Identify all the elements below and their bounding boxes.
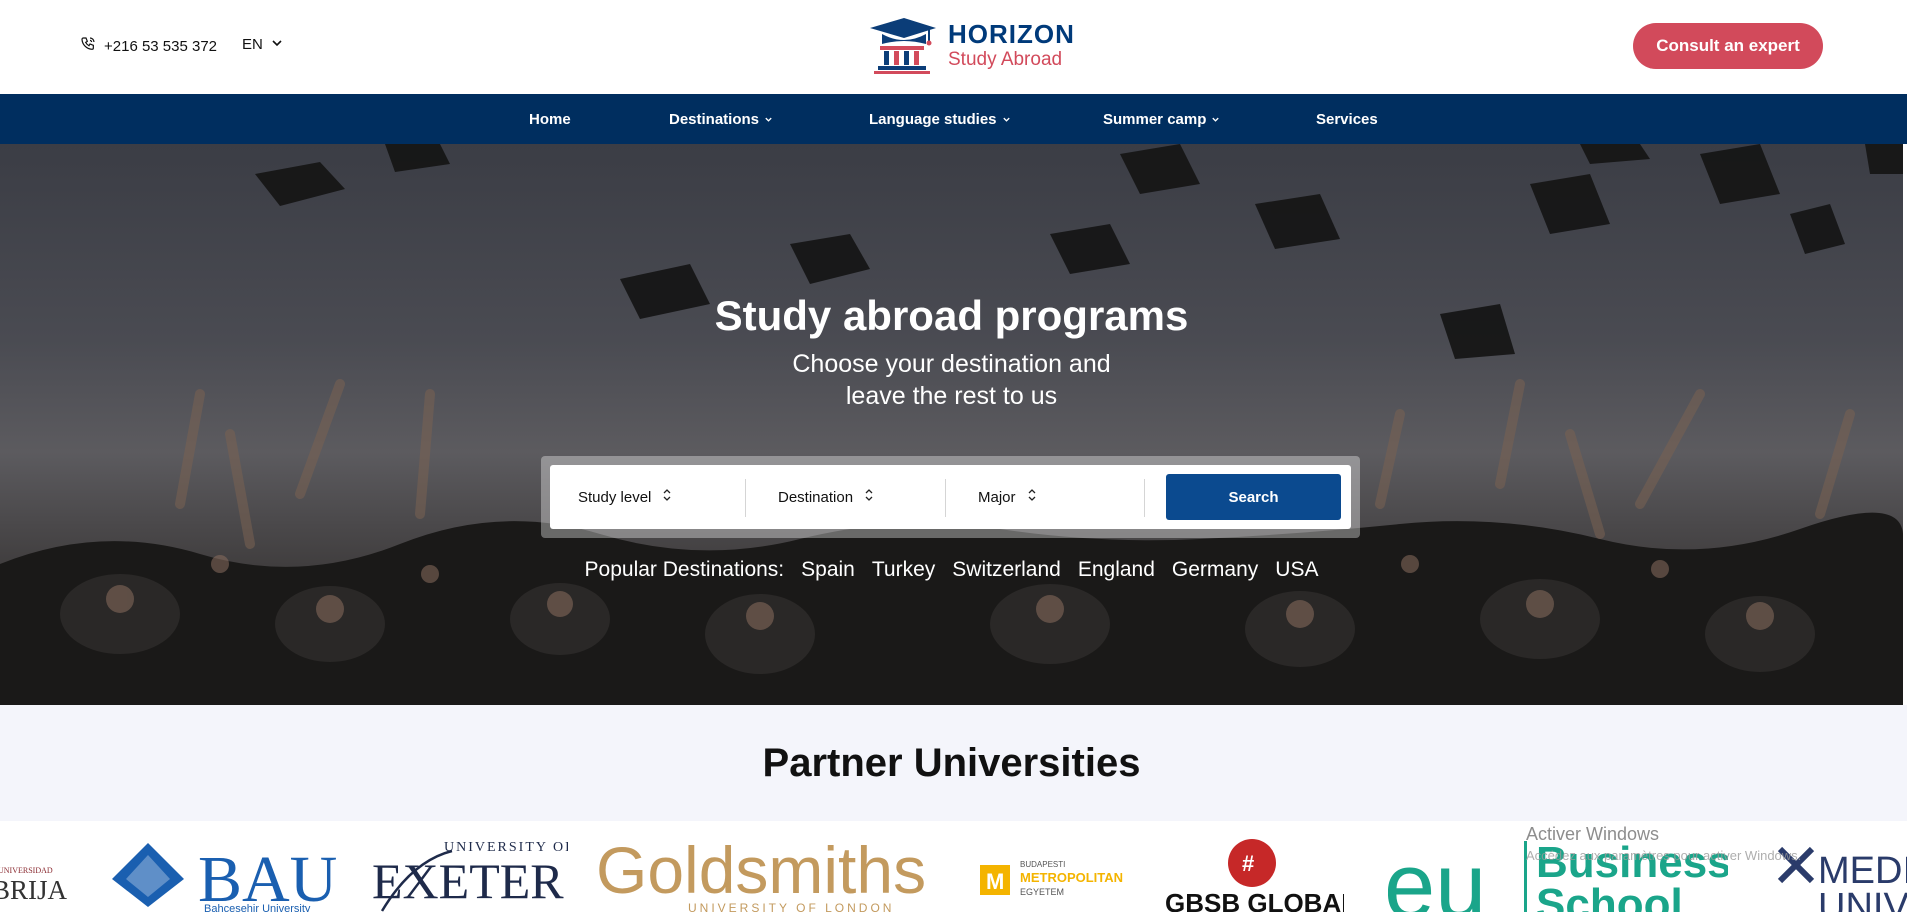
search-button[interactable]: Search	[1166, 474, 1341, 520]
consult-expert-button[interactable]: Consult an expert	[1633, 23, 1823, 69]
activate-windows-subtitle: Accédez aux paramètres pour activer Wind…	[1526, 848, 1802, 863]
popular-destination-usa[interactable]: USA	[1275, 558, 1318, 582]
popular-destination-england[interactable]: England	[1078, 558, 1155, 582]
gbsb-logo[interactable]: # GBSB GLOBAL	[1162, 821, 1344, 912]
language-label: EN	[242, 36, 263, 53]
activate-windows-title: Activer Windows	[1526, 824, 1660, 844]
hero-background-image	[0, 144, 1903, 705]
nav-item-destinations[interactable]: Destinations	[669, 94, 773, 144]
sort-arrows-icon	[661, 488, 673, 506]
logo-title: HORIZON	[948, 19, 1075, 49]
svg-text:Bahcesehir University: Bahcesehir University	[204, 903, 311, 912]
select-label: Study level	[578, 488, 652, 506]
bau-logo[interactable]: BAU Bahcesehir University	[112, 821, 344, 912]
chevron-down-icon	[1002, 111, 1011, 128]
goldsmiths-logo[interactable]: Goldsmiths UNIVERSITY OF LONDON	[596, 821, 950, 912]
popular-destination-germany[interactable]: Germany	[1172, 558, 1258, 582]
partners-title: Partner Universities	[762, 741, 1141, 785]
nav-item-label: Summer camp	[1103, 110, 1207, 128]
hero-subtitle: Choose your destination and leave the re…	[0, 348, 1903, 412]
svg-text:BRIJA: BRIJA	[0, 875, 68, 905]
svg-text:Goldsmiths: Goldsmiths	[596, 833, 926, 907]
svg-text:BUDAPESTI: BUDAPESTI	[1020, 860, 1065, 869]
language-selector[interactable]: EN	[242, 36, 283, 53]
main-nav: Home Destinations Language studies Summe…	[0, 94, 1907, 144]
logo-subtitle: Study Abroad	[948, 49, 1063, 70]
hero-title: Study abroad programs	[714, 292, 1189, 339]
svg-text:GBSB GLOBAL: GBSB GLOBAL	[1165, 888, 1344, 912]
divider	[745, 479, 746, 517]
popular-destination-spain[interactable]: Spain	[801, 558, 855, 582]
major-select[interactable]: Major	[978, 465, 1038, 529]
nebrija-logo[interactable]: UNIVERSIDAD BRIJA	[0, 821, 80, 912]
svg-text:EXETER: EXETER	[372, 853, 564, 909]
popular-destinations: Popular Destinations: Spain Turkey Switz…	[0, 558, 1903, 582]
sort-arrows-icon	[863, 488, 875, 506]
exeter-logo[interactable]: UNIVERSITY OF EXETER	[372, 821, 568, 912]
svg-text:UNIVERSIDAD: UNIVERSIDAD	[0, 866, 53, 875]
hero-subtitle-line: Choose your destination and	[792, 350, 1111, 378]
sort-arrows-icon	[1026, 488, 1038, 506]
study-level-select[interactable]: Study level	[578, 465, 673, 529]
nav-item-home[interactable]: Home	[529, 94, 571, 144]
medi-logo[interactable]: MEDI UNIV	[1774, 821, 1907, 912]
nav-item-summer-camp[interactable]: Summer camp	[1103, 94, 1220, 144]
svg-text:UNIV: UNIV	[1818, 886, 1907, 912]
graduation-cap-icon	[870, 18, 936, 74]
hero-section: Study abroad programs Choose your destin…	[0, 144, 1903, 705]
svg-text:BAU: BAU	[198, 843, 337, 912]
svg-text:M: M	[986, 869, 1004, 894]
destination-select[interactable]: Destination	[778, 465, 875, 529]
popular-label: Popular Destinations:	[584, 558, 785, 581]
select-label: Destination	[778, 488, 854, 506]
top-bar: +216 53 535 372 EN HORIZON Study Abroad …	[0, 0, 1907, 94]
svg-text:eu: eu	[1388, 835, 1486, 912]
svg-text:School: School	[1536, 880, 1683, 912]
svg-text:EGYETEM: EGYETEM	[1020, 887, 1064, 897]
popular-destination-switzerland[interactable]: Switzerland	[952, 558, 1061, 582]
nav-item-language-studies[interactable]: Language studies	[869, 94, 1011, 144]
chevron-down-icon	[764, 111, 773, 128]
search-form: Study level Destination Major Search	[550, 465, 1351, 529]
nav-item-services[interactable]: Services	[1316, 94, 1378, 144]
hero-subtitle-line: leave the rest to us	[845, 382, 1058, 410]
page: +216 53 535 372 EN HORIZON Study Abroad …	[0, 0, 1907, 912]
phone-icon	[80, 36, 96, 56]
phone-contact[interactable]: +216 53 535 372	[80, 36, 217, 56]
select-label: Major	[978, 488, 1016, 506]
divider	[1144, 479, 1145, 517]
site-logo[interactable]: HORIZON Study Abroad	[864, 16, 1075, 74]
chevron-down-icon	[1211, 111, 1220, 128]
phone-number: +216 53 535 372	[104, 37, 218, 55]
budapest-metropolitan-logo[interactable]: M BUDAPESTI METROPOLITAN EGYETEM	[978, 821, 1124, 912]
svg-text:METROPOLITAN: METROPOLITAN	[1020, 870, 1123, 885]
popular-destination-turkey[interactable]: Turkey	[872, 558, 935, 582]
nav-item-label: Services	[1316, 110, 1378, 128]
partners-section: Partner Universities UNIVERSIDAD BRIJA B…	[0, 705, 1907, 912]
svg-text:UNIVERSITY OF LONDON: UNIVERSITY OF LONDON	[688, 901, 894, 912]
nav-item-label: Home	[529, 110, 571, 128]
nav-item-label: Destinations	[669, 110, 760, 128]
svg-text:#: #	[1242, 851, 1254, 876]
search-panel: Study level Destination Major Search	[541, 456, 1360, 538]
nav-item-label: Language studies	[869, 110, 997, 128]
chevron-down-icon	[271, 36, 283, 53]
divider	[945, 479, 946, 517]
